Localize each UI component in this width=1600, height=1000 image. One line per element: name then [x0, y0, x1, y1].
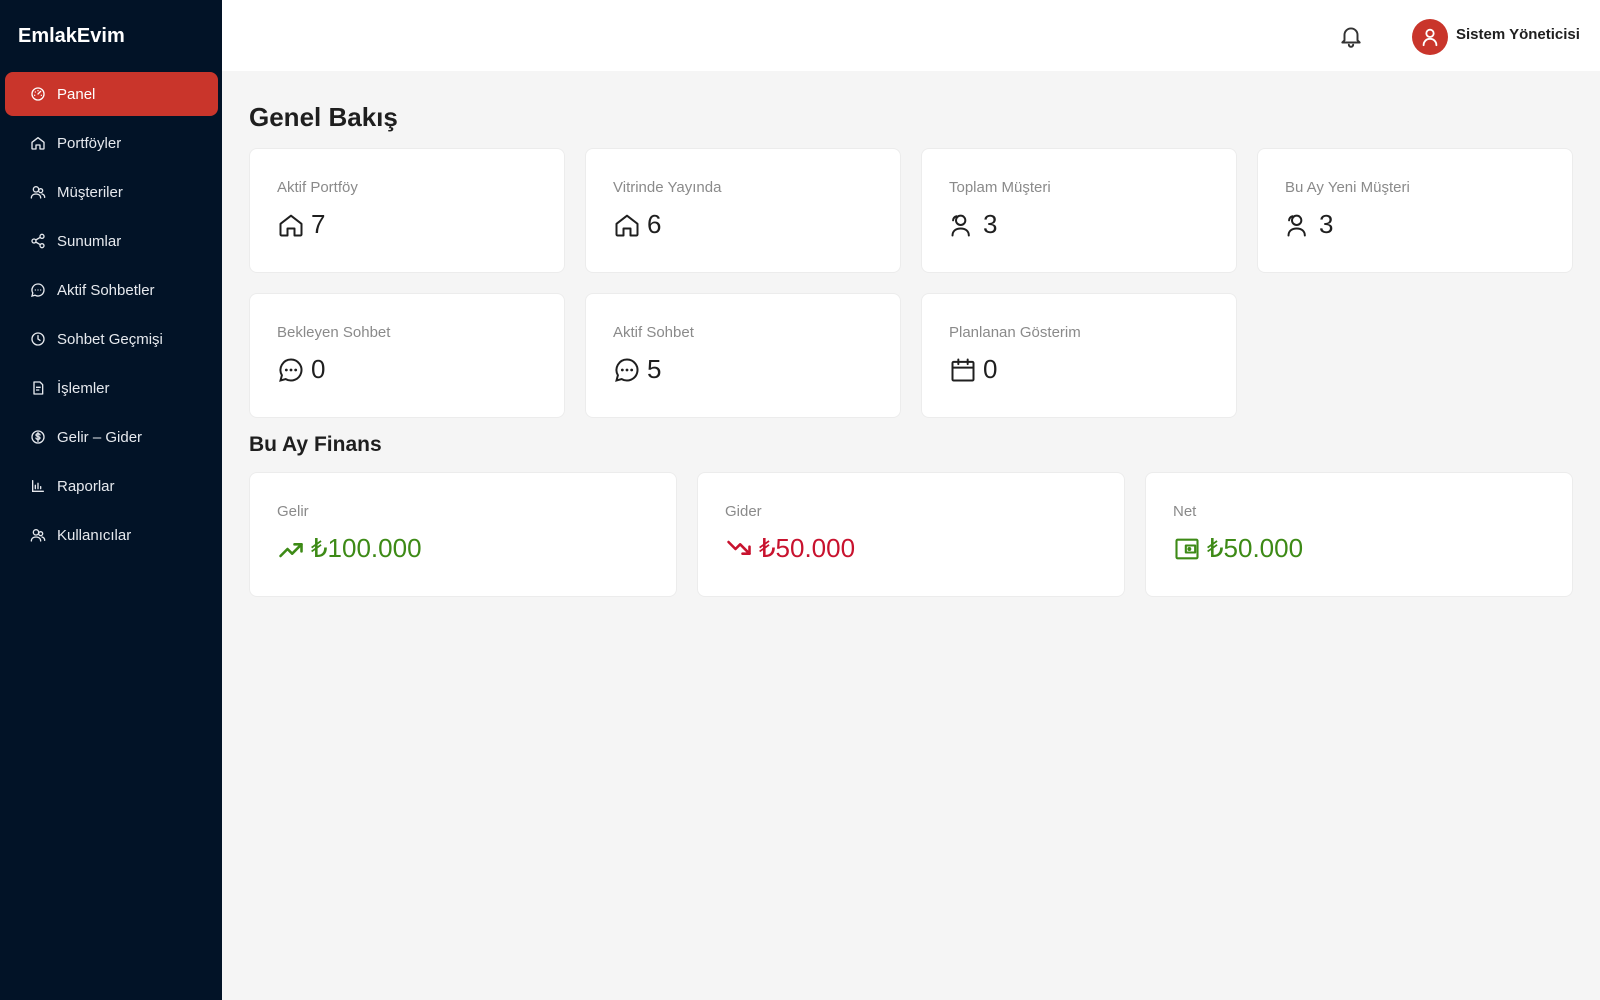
home-icon — [613, 210, 643, 240]
sidebar-item-label: Panel — [57, 85, 96, 103]
sidebar-item-label: Sohbet Geçmişi — [57, 330, 163, 348]
home-icon — [29, 134, 47, 152]
sidebar-item-portfolios[interactable]: Portföyler — [5, 121, 218, 165]
share-icon — [29, 232, 47, 250]
history-icon — [29, 330, 47, 348]
sidebar-nav: Panel Portföyler Müşteriler Sunumlar Akt… — [0, 72, 222, 557]
brand-logo[interactable]: EmlakEvim — [0, 0, 222, 72]
card-value: 0 — [983, 354, 998, 384]
finance-card-expense[interactable]: Gider ₺50.000 — [697, 472, 1125, 597]
document-icon — [29, 379, 47, 397]
stat-card-scheduled-viewings[interactable]: Planlanan Gösterim 0 — [921, 293, 1237, 418]
sidebar-item-label: Müşteriler — [57, 183, 123, 201]
section-title-finance: Bu Ay Finans — [249, 433, 382, 456]
finance-cards: Gelir ₺100.000 Gider ₺50.000 Net ₺50.000 — [249, 472, 1574, 597]
stat-card-new-customers[interactable]: Bu Ay Yeni Müşteri 3 — [1257, 148, 1573, 273]
sidebar-item-label: İşlemler — [57, 379, 110, 397]
sidebar-item-label: Portföyler — [57, 134, 122, 152]
trend-up-icon — [277, 534, 307, 564]
sidebar-item-label: Raporlar — [57, 477, 115, 495]
card-label: Gelir — [277, 503, 309, 520]
card-value: 0 — [311, 354, 326, 384]
stat-card-total-customers[interactable]: Toplam Müşteri 3 — [921, 148, 1237, 273]
dollar-icon — [29, 428, 47, 446]
dashboard-icon — [29, 85, 47, 103]
sidebar-item-presentations[interactable]: Sunumlar — [5, 219, 218, 263]
stat-card-active-portfolio[interactable]: Aktif Portföy 7 — [249, 148, 565, 273]
trend-down-icon — [725, 534, 755, 564]
chat-icon — [613, 355, 643, 385]
card-value: 6 — [647, 209, 662, 239]
sidebar: EmlakEvim Panel Portföyler Müşteriler Su… — [0, 0, 222, 1000]
users-icon — [29, 183, 47, 201]
sidebar-item-label: Kullanıcılar — [57, 526, 132, 544]
users-icon — [1285, 210, 1315, 240]
user-icon — [29, 526, 47, 544]
card-value: 7 — [311, 209, 326, 239]
card-value: ₺50.000 — [1207, 533, 1304, 563]
card-label: Bu Ay Yeni Müşteri — [1285, 179, 1410, 196]
finance-card-income[interactable]: Gelir ₺100.000 — [249, 472, 677, 597]
user-icon — [1422, 28, 1438, 47]
page-title: Genel Bakış — [249, 102, 398, 132]
calendar-icon — [949, 355, 979, 385]
card-value: 5 — [647, 354, 662, 384]
card-value: 3 — [983, 209, 998, 239]
overview-cards: Aktif Portföy 7 Vitrinde Yayında 6 Topla… — [249, 148, 1574, 418]
sidebar-item-reports[interactable]: Raporlar — [5, 464, 218, 508]
home-icon — [277, 210, 307, 240]
card-value: 3 — [1319, 209, 1334, 239]
wallet-icon — [1173, 534, 1203, 564]
chat-icon — [277, 355, 307, 385]
sidebar-item-label: Aktif Sohbetler — [57, 281, 155, 299]
card-value: ₺50.000 — [759, 533, 856, 563]
user-name[interactable]: Sistem Yöneticisi — [1456, 26, 1580, 43]
sidebar-item-users[interactable]: Kullanıcılar — [5, 513, 218, 557]
bell-icon[interactable] — [1338, 22, 1364, 50]
sidebar-item-transactions[interactable]: İşlemler — [5, 366, 218, 410]
chat-icon — [29, 281, 47, 299]
main-content: Genel Bakış Aktif Portföy 7 Vitrinde Yay… — [249, 100, 1574, 597]
card-label: Bekleyen Sohbet — [277, 324, 391, 341]
sidebar-item-label: Sunumlar — [57, 232, 122, 250]
card-label: Toplam Müşteri — [949, 179, 1051, 196]
sidebar-item-customers[interactable]: Müşteriler — [5, 170, 218, 214]
card-label: Aktif Sohbet — [613, 324, 694, 341]
top-header: Sistem Yöneticisi — [222, 0, 1600, 71]
stat-card-pending-chats[interactable]: Bekleyen Sohbet 0 — [249, 293, 565, 418]
card-label: Planlanan Gösterim — [949, 324, 1081, 341]
stat-card-active-chats[interactable]: Aktif Sohbet 5 — [585, 293, 901, 418]
sidebar-item-chat-history[interactable]: Sohbet Geçmişi — [5, 317, 218, 361]
sidebar-item-label: Gelir – Gider — [57, 428, 143, 446]
card-label: Gider — [725, 503, 762, 520]
sidebar-item-active-chats[interactable]: Aktif Sohbetler — [5, 268, 218, 312]
finance-card-net[interactable]: Net ₺50.000 — [1145, 472, 1573, 597]
sidebar-item-panel[interactable]: Panel — [5, 72, 218, 116]
stat-card-showcase[interactable]: Vitrinde Yayında 6 — [585, 148, 901, 273]
bar-chart-icon — [29, 477, 47, 495]
avatar[interactable] — [1412, 19, 1448, 55]
card-label: Vitrinde Yayında — [613, 179, 722, 196]
card-value: ₺100.000 — [311, 533, 422, 563]
card-label: Net — [1173, 503, 1197, 520]
users-icon — [949, 210, 979, 240]
sidebar-item-income-expense[interactable]: Gelir – Gider — [5, 415, 218, 459]
card-label: Aktif Portföy — [277, 179, 358, 196]
